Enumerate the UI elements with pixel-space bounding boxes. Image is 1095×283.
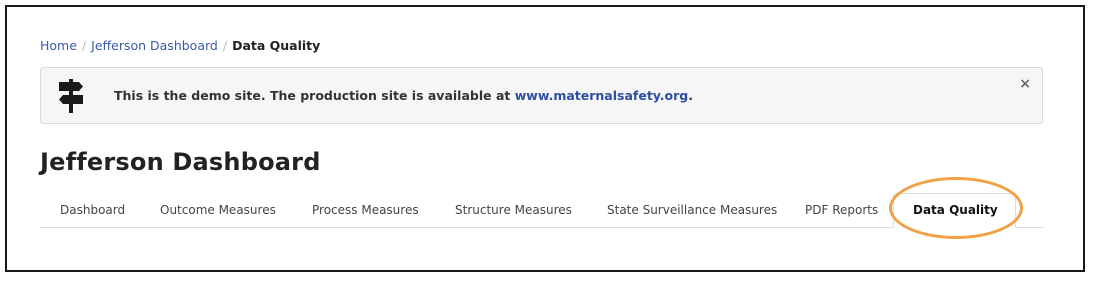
close-alert-button[interactable]: × [1019,76,1031,92]
breadcrumb: Home / Jefferson Dashboard / Data Quality [40,37,320,55]
tab-state-surveillance-measures[interactable]: State Surveillance Measures [607,193,777,227]
dashboard-tabs: Dashboard Outcome Measures Process Measu… [40,193,1043,228]
alert-message: This is the demo site. The production si… [114,88,693,103]
alert-message-text: This is the demo site. The production si… [114,88,511,103]
tab-process-measures[interactable]: Process Measures [312,193,419,227]
tab-structure-measures[interactable]: Structure Measures [455,193,572,227]
tab-dashboard[interactable]: Dashboard [60,193,125,227]
production-site-link[interactable]: www.maternalsafety.org [515,88,689,103]
page-title: Jefferson Dashboard [40,148,321,176]
breadcrumb-separator: / [222,38,228,53]
alert-message-trailing: . [688,88,693,103]
tab-data-quality[interactable]: Data Quality [913,193,998,227]
tab-outcome-measures[interactable]: Outcome Measures [160,193,276,227]
demo-site-alert: This is the demo site. The production si… [40,67,1043,124]
breadcrumb-current: Data Quality [232,38,321,53]
tab-pdf-reports[interactable]: PDF Reports [805,193,878,227]
breadcrumb-home-link[interactable]: Home [40,38,77,53]
breadcrumb-dashboard-link[interactable]: Jefferson Dashboard [91,38,218,53]
signpost-icon [59,79,83,113]
breadcrumb-separator: / [81,38,87,53]
